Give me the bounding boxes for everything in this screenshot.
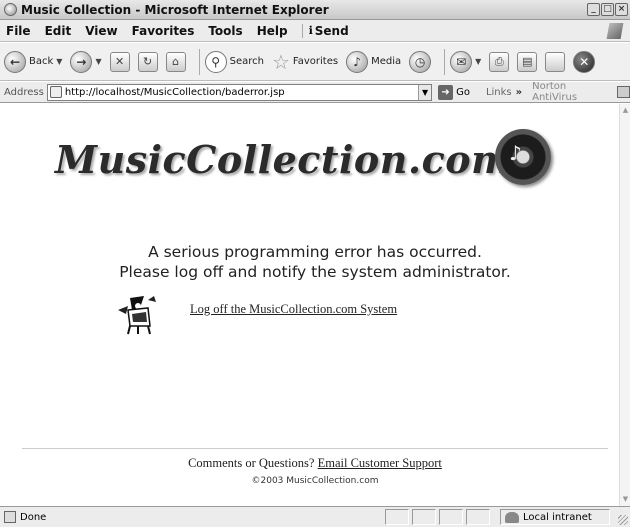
menu-edit[interactable]: Edit <box>45 24 72 38</box>
messenger-button[interactable]: ✕ <box>573 50 596 73</box>
window-title: Music Collection - Microsoft Internet Ex… <box>21 2 329 17</box>
resize-grip-icon[interactable] <box>618 515 628 525</box>
media-button[interactable]: ♪ Media <box>346 50 402 73</box>
toolbar: ← Back ▼ → ▼ ✕ ↻ ⌂ ⚲ Search ☆ Favorites … <box>0 43 630 81</box>
minimize-button[interactable]: _ <box>587 3 600 16</box>
chevron-right-icon[interactable]: » <box>516 87 522 98</box>
logoff-link[interactable]: Log off the MusicCollection.com System <box>190 302 397 317</box>
address-bar: Address http://localhost/MusicCollection… <box>0 81 630 103</box>
history-icon: ◷ <box>409 50 432 73</box>
status-panel <box>466 509 490 525</box>
footer: Comments or Questions? Email Customer Su… <box>0 456 630 471</box>
error-message-line-1: A serious programming error has occurred… <box>148 243 482 261</box>
error-message-line-2: Please log off and notify the system adm… <box>119 263 511 281</box>
scroll-up-icon[interactable]: ▲ <box>621 106 630 115</box>
mail-icon: ✉ <box>450 50 473 73</box>
go-label: Go <box>456 86 470 98</box>
email-support-link[interactable]: Email Customer Support <box>318 456 442 470</box>
history-button[interactable]: ◷ <box>409 50 432 73</box>
page-icon <box>49 86 62 98</box>
title-bar: Music Collection - Microsoft Internet Ex… <box>0 0 630 20</box>
menu-bar: File Edit View Favorites Tools Help ℹ Se… <box>0 20 630 42</box>
maximize-button[interactable]: □ <box>601 3 614 16</box>
music-note-icon: ♪ <box>509 141 522 165</box>
music-disc-icon: ♪ <box>495 129 551 185</box>
edit-button[interactable]: ▤ <box>517 51 538 72</box>
back-arrow-icon: ← <box>4 50 26 73</box>
address-dropdown-button[interactable]: ▼ <box>418 84 432 100</box>
favorites-label: Favorites <box>292 56 339 67</box>
media-icon: ♪ <box>346 50 369 73</box>
address-input[interactable]: http://localhost/MusicCollection/baderro… <box>46 83 433 101</box>
status-panel <box>439 509 463 525</box>
address-label: Address <box>4 86 44 98</box>
menu-help[interactable]: Help <box>257 24 288 38</box>
print-button[interactable]: ⎙ <box>489 51 510 72</box>
back-button[interactable]: ← Back ▼ <box>4 50 63 73</box>
page-icon <box>4 511 16 523</box>
intranet-icon <box>505 511 519 523</box>
menu-file[interactable]: File <box>6 24 31 38</box>
ie-icon <box>4 3 17 16</box>
send-menu[interactable]: ℹ Send <box>301 23 363 38</box>
send-icon: ℹ <box>308 24 313 37</box>
mail-button[interactable]: ✉ ▼ <box>450 50 482 73</box>
zone-label: Local intranet <box>523 511 592 523</box>
vertical-scrollbar[interactable]: ▲ ▼ <box>619 104 630 506</box>
edit-icon: ▤ <box>517 51 538 72</box>
toolbar-separator <box>198 48 200 75</box>
forward-arrow-icon: → <box>70 50 93 73</box>
home-icon: ⌂ <box>165 51 186 72</box>
search-label: Search <box>229 56 264 67</box>
address-url[interactable]: http://localhost/MusicCollection/baderro… <box>65 87 418 98</box>
duke-mascot-icon <box>118 296 156 335</box>
copyright: ©2003 MusicCollection.com <box>251 476 379 486</box>
go-button[interactable]: ➜ Go <box>438 84 470 100</box>
discuss-icon <box>545 51 566 72</box>
status-text: Done <box>20 511 47 523</box>
messenger-icon: ✕ <box>573 50 596 73</box>
media-label: Media <box>371 56 402 67</box>
links-toolbar[interactable]: Links » Norton AntiVirus <box>486 81 630 103</box>
stop-icon: ✕ <box>109 51 130 72</box>
footer-text: Comments or Questions? <box>188 456 318 470</box>
status-panel <box>412 509 436 525</box>
home-button[interactable]: ⌂ <box>165 51 186 72</box>
menu-view[interactable]: View <box>85 24 117 38</box>
norton-icon[interactable] <box>616 86 630 98</box>
send-label: Send <box>314 23 349 38</box>
chevron-down-icon: ▼ <box>56 57 63 66</box>
close-button[interactable]: × <box>615 3 628 16</box>
site-logo: MusicCollection.com <box>55 137 512 182</box>
divider <box>22 448 608 449</box>
menu-favorites[interactable]: Favorites <box>132 24 195 38</box>
chevron-down-icon: ▼ <box>95 57 102 66</box>
refresh-button[interactable]: ↻ <box>137 51 158 72</box>
chevron-down-icon: ▼ <box>475 57 482 66</box>
back-label: Back <box>29 56 54 67</box>
links-label: Links <box>485 86 512 98</box>
stop-button[interactable]: ✕ <box>109 51 130 72</box>
windows-logo-icon <box>606 23 624 39</box>
print-icon: ⎙ <box>489 51 510 72</box>
status-panels <box>385 509 490 525</box>
security-zone[interactable]: Local intranet <box>500 509 610 525</box>
search-button[interactable]: ⚲ Search <box>204 50 264 73</box>
status-panel <box>385 509 409 525</box>
favorites-button[interactable]: ☆ Favorites <box>272 50 338 74</box>
window-controls: _ □ × <box>587 3 628 16</box>
norton-label[interactable]: Norton AntiVirus <box>532 81 609 103</box>
discuss-button[interactable] <box>545 51 566 72</box>
scroll-down-icon[interactable]: ▼ <box>621 495 630 504</box>
forward-button[interactable]: → ▼ <box>70 50 102 73</box>
search-icon: ⚲ <box>204 50 227 73</box>
star-icon: ☆ <box>271 49 290 74</box>
status-bar: Done Local intranet <box>0 506 630 527</box>
go-arrow-icon: ➜ <box>438 84 454 100</box>
refresh-icon: ↻ <box>137 51 158 72</box>
toolbar-separator <box>444 48 446 75</box>
menu-tools[interactable]: Tools <box>208 24 242 38</box>
page-content: MusicCollection.com ♪ A serious programm… <box>0 104 619 506</box>
